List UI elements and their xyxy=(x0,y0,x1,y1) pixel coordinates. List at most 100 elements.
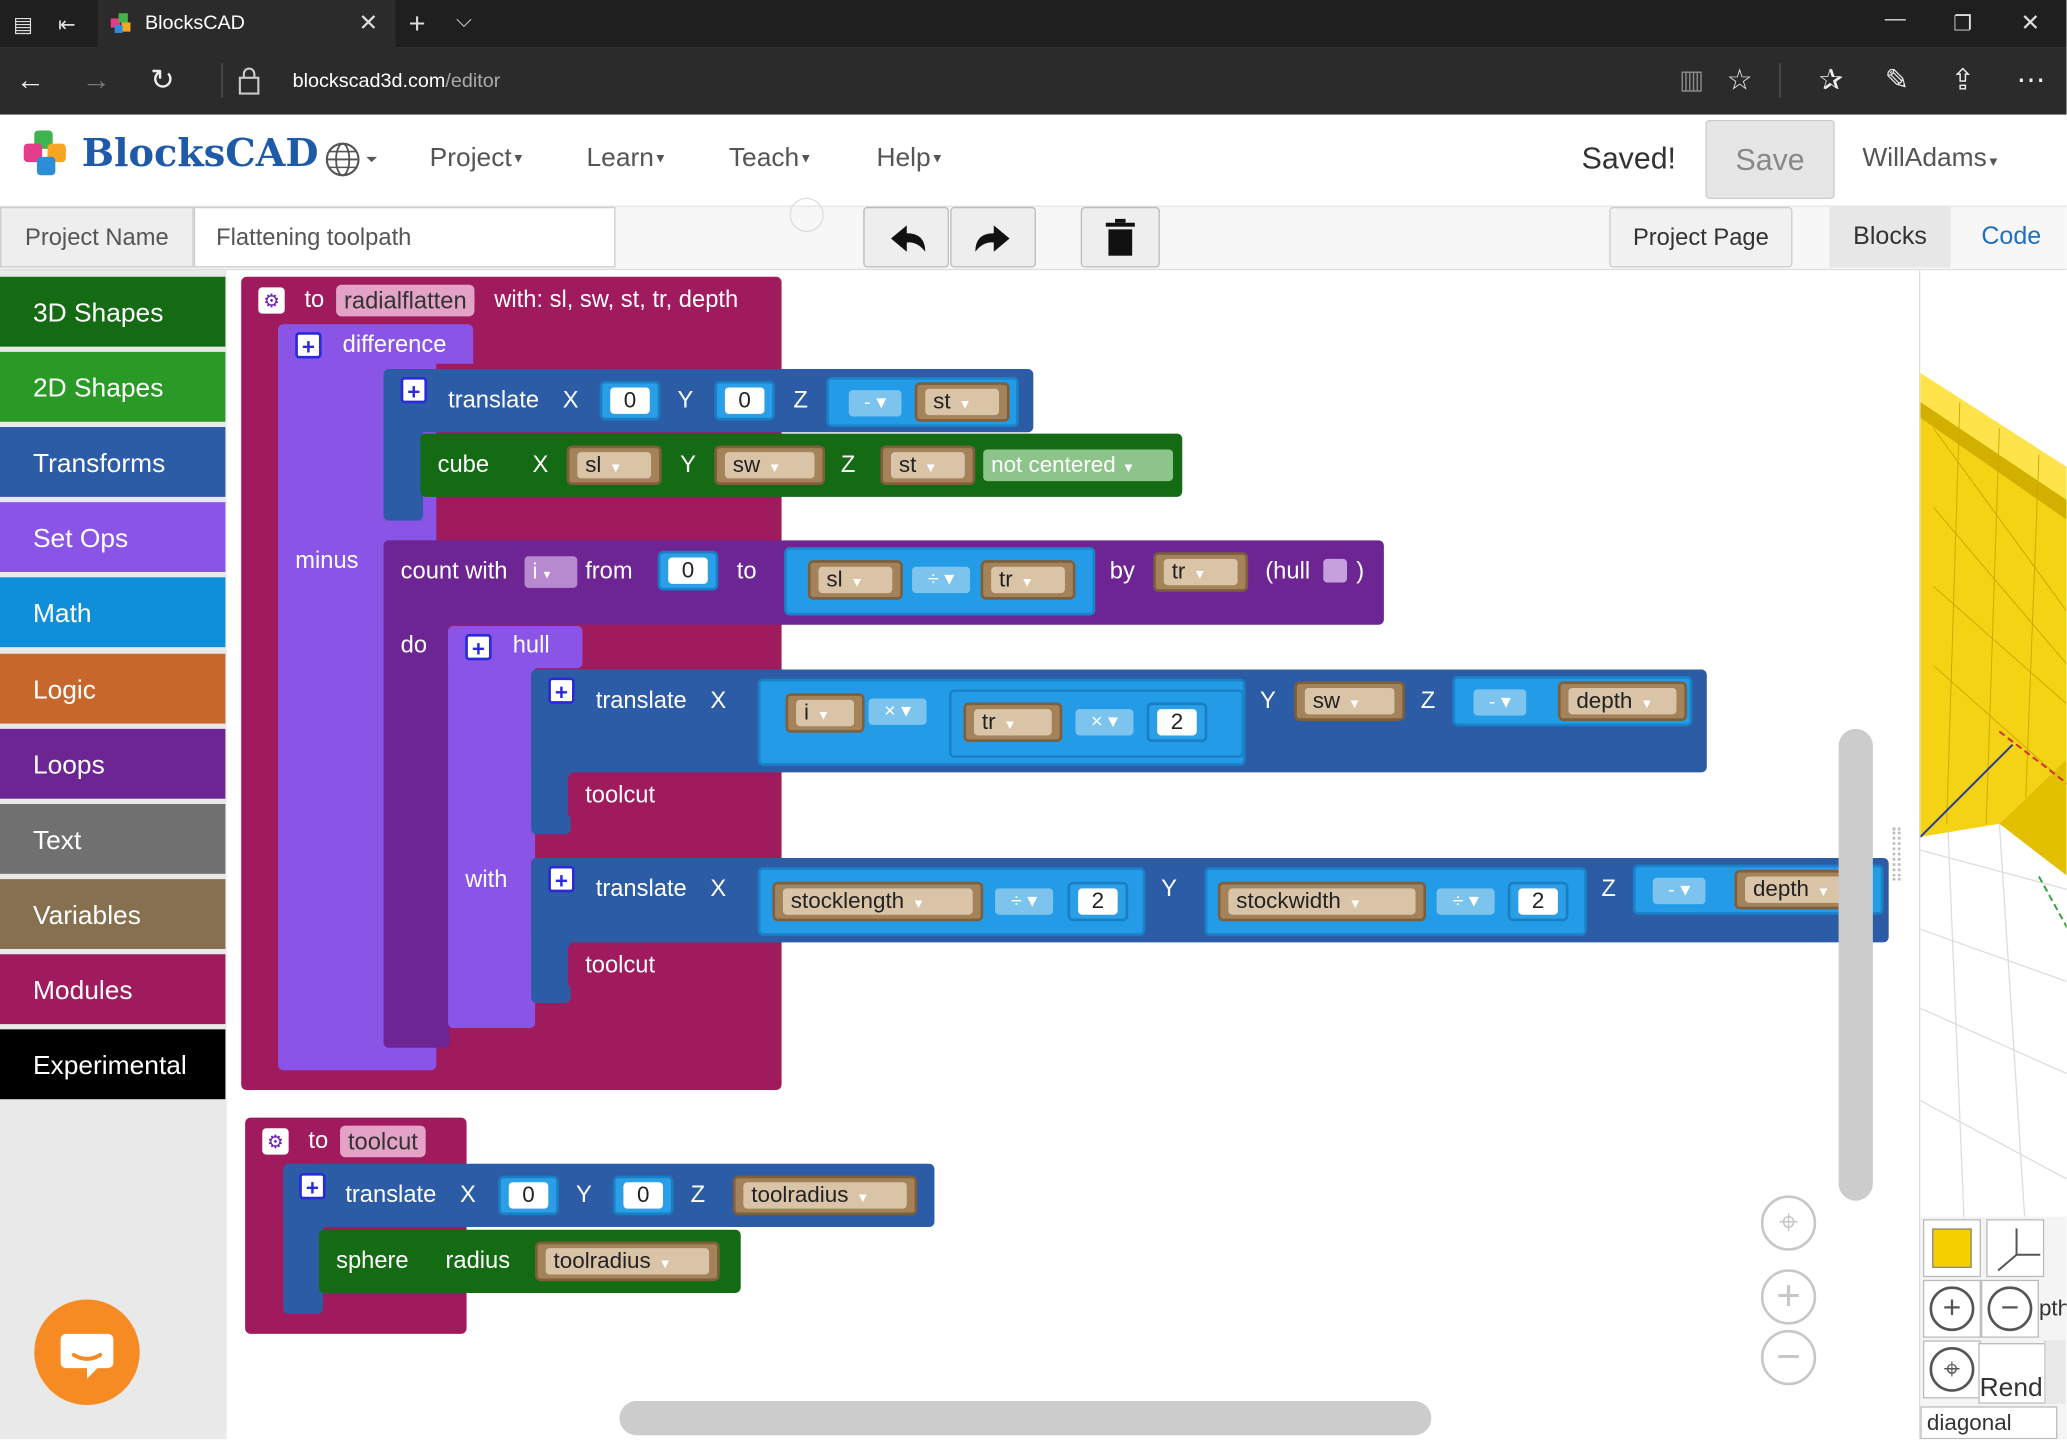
pen-icon[interactable]: ✎ xyxy=(1885,63,1909,97)
var-tr[interactable]: tr ▼ xyxy=(974,709,1052,736)
undo-button[interactable] xyxy=(863,206,949,268)
horizontal-scrollbar[interactable] xyxy=(619,1401,1432,1436)
number-field[interactable]: 2 xyxy=(1157,709,1197,736)
var-tr[interactable]: tr ▼ xyxy=(991,566,1065,594)
favorite-star-icon[interactable]: ☆ xyxy=(1727,63,1753,97)
axes-toggle-button[interactable] xyxy=(1986,1219,2045,1278)
chat-button[interactable] xyxy=(34,1299,140,1405)
multiply-op-dropdown[interactable]: × ▾ xyxy=(868,698,927,725)
translate-plus-icon[interactable]: + xyxy=(400,376,428,405)
blockscad-logo[interactable]: BlocksCAD xyxy=(21,128,319,181)
reading-view-icon[interactable]: ▥ xyxy=(1679,63,1704,96)
forward-icon[interactable]: → xyxy=(82,63,111,97)
var-depth[interactable]: depth ▼ xyxy=(1745,876,1854,903)
difference-plus-icon[interactable]: + xyxy=(295,332,322,360)
3d-viewer[interactable]: + − pth ⌖ Rend diagonal xyxy=(1919,270,2067,1440)
category-modules[interactable]: Modules xyxy=(0,954,226,1025)
loop-var-i-dropdown[interactable]: i ▾ xyxy=(524,556,578,588)
var-sl[interactable]: sl ▼ xyxy=(818,566,893,594)
url-field[interactable]: blockscad3d.com/editor xyxy=(293,70,501,92)
minus-op-dropdown[interactable]: - ▾ xyxy=(848,390,902,417)
var-sw[interactable]: sw ▼ xyxy=(724,452,815,479)
language-globe-icon[interactable] xyxy=(324,141,382,187)
menu-project[interactable]: Project▼ xyxy=(430,144,525,174)
category-variables[interactable]: Variables xyxy=(0,879,226,949)
view-select[interactable]: diagonal xyxy=(1920,1406,2058,1440)
number-field[interactable]: 0 xyxy=(508,1182,549,1209)
multiply-op-dropdown[interactable]: × ▾ xyxy=(1075,709,1134,736)
zoom-out-icon[interactable]: − xyxy=(1760,1329,1817,1386)
var-i[interactable]: i ▼ xyxy=(796,699,855,727)
category-set-ops[interactable]: Set Ops xyxy=(0,502,226,573)
centered-dropdown[interactable]: not centered ▼ xyxy=(983,449,1174,482)
set-aside-tabs-icon[interactable]: ⇤ xyxy=(58,12,76,38)
viewer-reset-button[interactable]: ⌖ xyxy=(1922,1340,1981,1399)
translate-plus-icon[interactable]: + xyxy=(548,677,575,705)
back-icon[interactable]: ← xyxy=(16,63,45,97)
blocks-workspace[interactable]: ⚙ to radialflatten with: sl, sw, st, tr,… xyxy=(226,270,1920,1440)
minus-op-dropdown[interactable]: - ▾ xyxy=(1652,877,1706,905)
hull-checkbox[interactable] xyxy=(1323,558,1347,583)
var-sl[interactable]: sl ▼ xyxy=(577,452,652,479)
restore-icon[interactable]: ❐ xyxy=(1953,11,1972,37)
close-window-icon[interactable]: ✕ xyxy=(2020,9,2040,37)
delete-button[interactable] xyxy=(1080,206,1160,268)
var-st[interactable]: st ▼ xyxy=(890,452,965,479)
redo-button[interactable] xyxy=(950,206,1036,268)
var-tr[interactable]: tr ▼ xyxy=(1163,558,1238,586)
category-3d-shapes[interactable]: 3D Shapes xyxy=(0,276,226,347)
category-text[interactable]: Text xyxy=(0,803,226,874)
number-field[interactable]: 2 xyxy=(1078,888,1118,915)
browser-tab[interactable]: BlocksCAD ✕ xyxy=(97,0,396,48)
tab-code[interactable]: Code xyxy=(1959,207,2064,268)
var-stocklength[interactable]: stocklength ▼ xyxy=(782,888,973,915)
splitter-handle[interactable] xyxy=(1892,827,1901,881)
menu-help[interactable]: Help▼ xyxy=(876,144,943,174)
tab-manager-icon[interactable]: ▤ xyxy=(13,12,33,38)
share-icon[interactable]: ⇪ xyxy=(1951,63,1975,97)
new-tab-icon[interactable]: + xyxy=(409,7,426,41)
divide-op-dropdown[interactable]: ÷ ▾ xyxy=(1436,888,1495,915)
minus-op-dropdown[interactable]: - ▾ xyxy=(1473,689,1527,716)
var-depth[interactable]: depth ▼ xyxy=(1568,687,1677,715)
recenter-icon[interactable]: ⌖ xyxy=(1760,1195,1817,1251)
translate-plus-icon[interactable]: + xyxy=(299,1173,326,1201)
var-stockwidth[interactable]: stockwidth ▼ xyxy=(1228,888,1416,915)
favorites-hub-icon[interactable]: ✰ xyxy=(1819,63,1843,97)
tab-list-chevron-icon[interactable]: ⌵ xyxy=(456,9,472,33)
project-name-input[interactable]: Flattening toolpath xyxy=(193,206,616,268)
var-toolradius[interactable]: toolradius ▼ xyxy=(545,1248,710,1275)
save-button[interactable]: Save xyxy=(1705,119,1835,200)
translate-plus-icon[interactable]: + xyxy=(548,865,575,894)
category-loops[interactable]: Loops xyxy=(0,728,226,799)
gear-icon[interactable]: ⚙ xyxy=(262,1128,289,1155)
divide-op-dropdown[interactable]: ÷ ▾ xyxy=(912,566,971,594)
number-field[interactable]: 0 xyxy=(610,387,650,414)
menu-learn[interactable]: Learn▼ xyxy=(587,144,667,174)
user-menu[interactable]: WillAdams▼ xyxy=(1862,144,2000,174)
viewer-zoom-out-button[interactable]: − xyxy=(1980,1279,2039,1338)
refresh-icon[interactable]: ↻ xyxy=(150,63,174,97)
category-transforms[interactable]: Transforms xyxy=(0,427,226,497)
number-field[interactable]: 0 xyxy=(623,1182,663,1209)
category-experimental[interactable]: Experimental xyxy=(0,1029,226,1100)
mini-scrollbar[interactable] xyxy=(2044,1340,2066,1404)
var-st[interactable]: st ▼ xyxy=(925,388,1000,416)
var-sw[interactable]: sw ▼ xyxy=(1304,687,1395,715)
menu-teach[interactable]: Teach▼ xyxy=(729,144,812,174)
module-name-toolcut[interactable]: toolcut xyxy=(340,1125,426,1158)
number-field[interactable]: 0 xyxy=(724,387,765,414)
var-toolradius[interactable]: toolradius ▼ xyxy=(743,1182,907,1209)
vertical-scrollbar[interactable] xyxy=(1838,728,1873,1201)
divide-op-dropdown[interactable]: ÷ ▾ xyxy=(995,888,1054,915)
number-field[interactable]: 2 xyxy=(1518,888,1558,915)
category-logic[interactable]: Logic xyxy=(0,653,226,724)
more-icon[interactable]: ⋯ xyxy=(2017,63,2046,97)
hull-plus-icon[interactable]: + xyxy=(465,633,492,662)
minimize-icon[interactable]: — xyxy=(1885,8,1906,32)
gear-icon[interactable]: ⚙ xyxy=(258,287,285,314)
viewer-zoom-in-button[interactable]: + xyxy=(1922,1279,1981,1338)
module-name-radialflatten[interactable]: radialflatten xyxy=(336,284,475,317)
category-2d-shapes[interactable]: 2D Shapes xyxy=(0,351,226,422)
close-tab-icon[interactable]: ✕ xyxy=(358,9,378,37)
